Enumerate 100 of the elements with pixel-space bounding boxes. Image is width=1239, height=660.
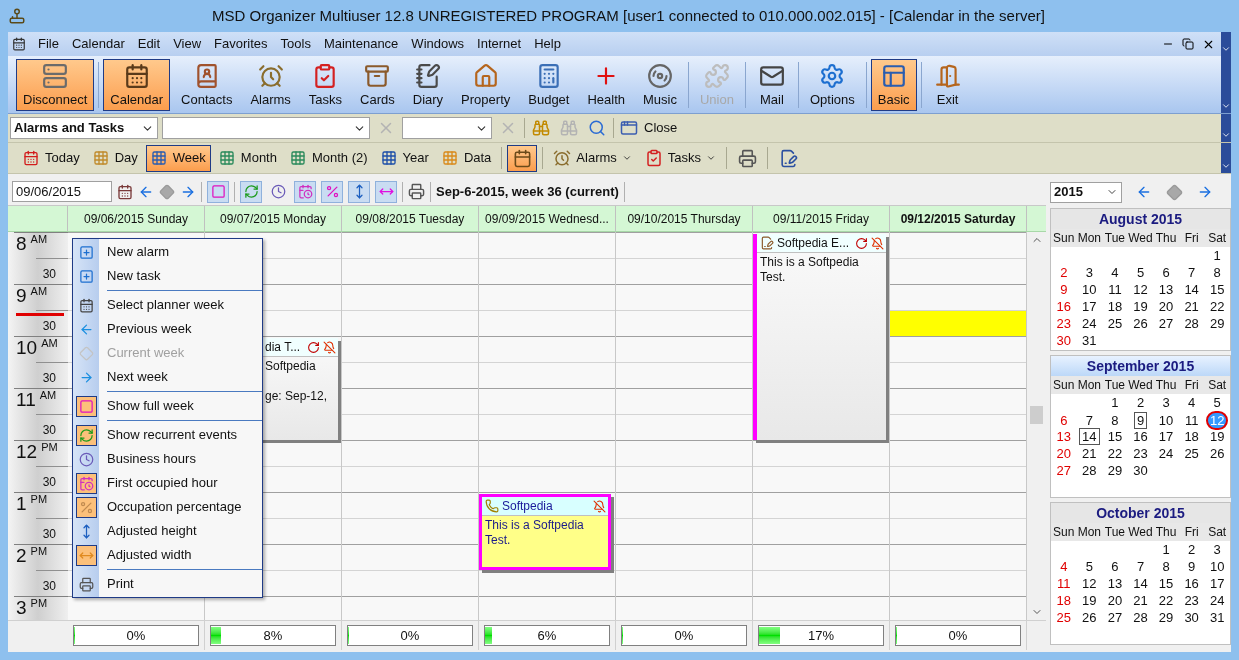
calendar-day[interactable]: 20	[1054, 446, 1073, 461]
calendar-day[interactable]: 8	[1211, 265, 1223, 280]
calendar-day[interactable]: 9	[1134, 413, 1147, 428]
calendar-day[interactable]: 8	[1109, 413, 1121, 428]
menu-item[interactable]: View	[167, 34, 208, 54]
calendar-day[interactable]: 16	[1182, 576, 1201, 591]
toolbar-button[interactable]: Cards	[353, 58, 402, 111]
calendar-day[interactable]: 4	[1186, 395, 1198, 410]
toggle-button[interactable]	[375, 180, 397, 203]
day-header[interactable]: 09/10/2015 Thursday	[616, 206, 753, 231]
toolbar-button[interactable]: Options	[802, 58, 862, 111]
calendar-day[interactable]: 29	[1105, 463, 1125, 478]
menu-item[interactable]: Tools	[274, 34, 317, 54]
calendar-day[interactable]: 19	[1207, 429, 1227, 444]
view-button[interactable]: Year	[375, 144, 434, 172]
event-card[interactable]: Softpedia E... This is a Softpedia Test.	[753, 234, 886, 440]
view-button[interactable]: Data	[436, 144, 497, 172]
dropdown-button[interactable]: Tasks	[639, 144, 722, 172]
calendar-day[interactable]: 14	[1131, 576, 1150, 591]
calendar-day[interactable]: 9	[1058, 282, 1070, 297]
toolbar-chevron[interactable]	[1221, 143, 1231, 173]
menu-item[interactable]: Show full week	[73, 394, 262, 418]
calendar-day[interactable]: 1	[1211, 248, 1223, 263]
toolbar-button[interactable]: Basic	[870, 58, 917, 111]
calendar-day[interactable]: 4	[1109, 265, 1121, 280]
toolbar-button[interactable]: Music	[636, 58, 684, 111]
menu-item[interactable]: Adjusted width	[73, 543, 262, 567]
date-field[interactable]: 09/06/2015	[12, 181, 112, 202]
view-button[interactable]: Day	[87, 144, 143, 172]
calendar-day[interactable]: 21	[1182, 299, 1201, 314]
calendar-day[interactable]: 14	[1080, 429, 1099, 444]
calendar-day[interactable]: 7	[1186, 265, 1198, 280]
calendar-day[interactable]: 10	[1156, 413, 1176, 428]
toggle-button[interactable]	[321, 180, 343, 203]
calendar-day[interactable]: 23	[1054, 316, 1073, 331]
calendar-day[interactable]: 20	[1105, 593, 1125, 608]
calendar-day[interactable]: 28	[1080, 463, 1099, 478]
view-button[interactable]: Month	[213, 144, 282, 172]
calendar-day[interactable]: 22	[1207, 299, 1227, 314]
calendar-day[interactable]: 13	[1054, 429, 1073, 444]
calendar-day[interactable]: 17	[1080, 299, 1099, 314]
view-button[interactable]: Week	[145, 144, 211, 172]
calendar-day[interactable]: 8	[1160, 559, 1172, 574]
combo-box[interactable]	[402, 117, 492, 139]
calendar-day[interactable]: 16	[1054, 299, 1073, 314]
calendar-day[interactable]: 28	[1131, 610, 1150, 625]
menu-item[interactable]: Edit	[131, 34, 167, 54]
calendar-day[interactable]: 26	[1207, 446, 1227, 461]
calendar-day[interactable]: 27	[1156, 316, 1176, 331]
menu-item[interactable]: File	[32, 34, 65, 54]
day-column[interactable]: Softpedia This is a Softpedia Test.	[479, 232, 616, 620]
calendar-day[interactable]: 3	[1160, 395, 1172, 410]
calendar-day[interactable]: 30	[1182, 610, 1201, 625]
calendar-day[interactable]: 5	[1134, 265, 1147, 280]
calendar-day[interactable]: 30	[1131, 463, 1150, 478]
calendar-day[interactable]: 31	[1207, 610, 1227, 625]
calendar-day[interactable]: 6	[1058, 413, 1070, 428]
calendar-day[interactable]: 21	[1131, 593, 1150, 608]
scrollbar-thumb[interactable]	[1030, 406, 1043, 424]
combo-box[interactable]	[162, 117, 370, 139]
calendar-day[interactable]: 5	[1211, 395, 1223, 410]
view-button[interactable]: Month (2)	[284, 144, 373, 172]
toolbar-button[interactable]: Diary	[405, 58, 451, 111]
calendar-day[interactable]: 20	[1156, 299, 1176, 314]
calendar-day[interactable]: 17	[1156, 429, 1176, 444]
menu-item[interactable]: Show recurrent events	[73, 423, 262, 447]
calendar-day[interactable]: 17	[1207, 576, 1227, 591]
toolbar-button[interactable]: Property	[454, 58, 518, 111]
menu-item[interactable]: Maintenance	[317, 34, 405, 54]
calendar-day[interactable]: 18	[1182, 429, 1201, 444]
calendar-day[interactable]: 29	[1207, 316, 1227, 331]
toolbar-button[interactable]: Contacts	[174, 58, 240, 111]
calendar-day[interactable]: 7	[1134, 559, 1147, 574]
menu-item[interactable]: Internet	[471, 34, 528, 54]
day-column[interactable]: Softpedia E... This is a Softpedia Test.	[753, 232, 890, 620]
calendar-day[interactable]: 25	[1054, 610, 1073, 625]
calendar-day[interactable]: 2	[1134, 395, 1147, 410]
toolbar-chevron[interactable]	[1221, 114, 1231, 142]
calendar-day[interactable]: 10	[1207, 559, 1227, 574]
calendar-day[interactable]: 27	[1054, 463, 1073, 478]
calendar-day[interactable]: 15	[1105, 429, 1125, 444]
calendar-day[interactable]: 30	[1054, 333, 1073, 348]
menu-item[interactable]: Calendar	[65, 34, 131, 54]
calendar-day[interactable]: 25	[1182, 446, 1201, 461]
toolbar-button[interactable]: Calendar	[103, 58, 171, 111]
menu-item[interactable]: Favorites	[208, 34, 274, 54]
close-button[interactable]: Close	[618, 116, 680, 140]
toggle-button[interactable]	[294, 180, 316, 203]
calendar-day[interactable]: 31	[1080, 333, 1099, 348]
day-header[interactable]: 09/08/2015 Tuesday	[342, 206, 479, 231]
calendar-day[interactable]: 28	[1182, 316, 1201, 331]
calendar-day[interactable]: 19	[1080, 593, 1099, 608]
calendar-day[interactable]: 12	[1080, 576, 1099, 591]
calendar-day[interactable]: 18	[1105, 299, 1125, 314]
toolbar-chevron[interactable]	[1221, 56, 1231, 113]
calendar-day[interactable]: 15	[1207, 282, 1227, 297]
calendar-day[interactable]: 1	[1160, 542, 1172, 557]
calendar-day[interactable]: 24	[1207, 593, 1227, 608]
toolbar-button[interactable]: Mail	[749, 58, 794, 111]
calendar-day[interactable]: 12	[1131, 282, 1150, 297]
